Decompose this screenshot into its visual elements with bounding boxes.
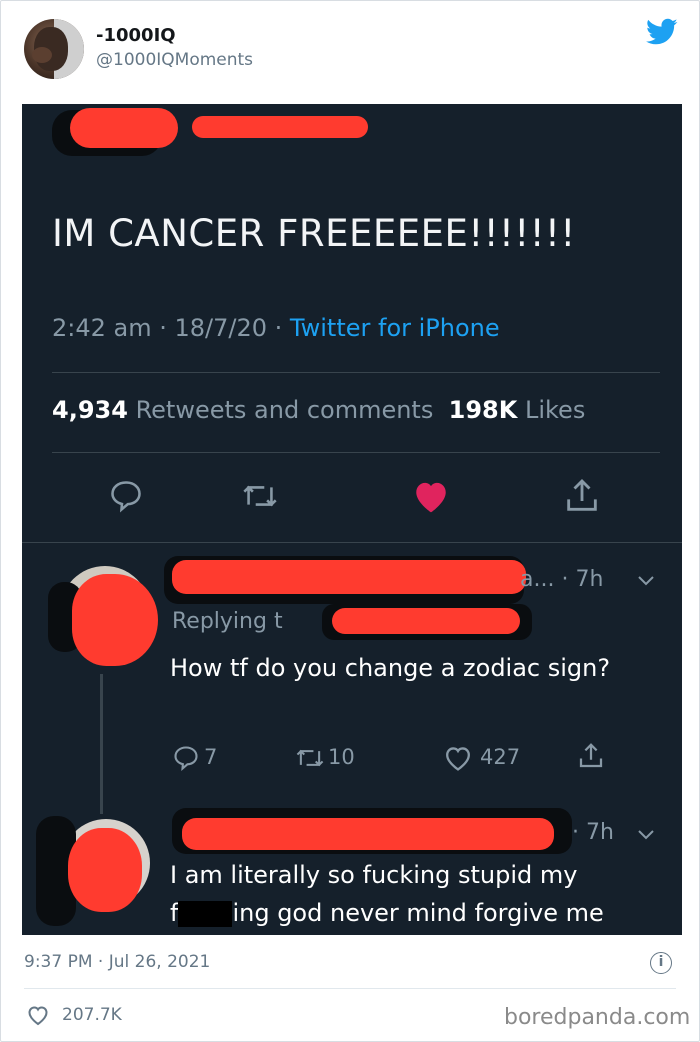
tweet-timestamp[interactable]: 9:37 PM · Jul 26, 2021: [24, 952, 210, 972]
reply1-text: How tf do you change a zodiac sign?: [170, 654, 611, 682]
chevron-down-icon[interactable]: [636, 574, 656, 588]
reply-icon[interactable]: [172, 744, 200, 772]
share-icon[interactable]: [562, 476, 602, 516]
redaction-mark: [68, 828, 142, 912]
tweet-meta: 2:42 am · 18/7/20 · Twitter for iPhone: [52, 314, 500, 342]
author-avatar[interactable]: [24, 19, 84, 79]
chevron-down-icon[interactable]: [636, 828, 656, 842]
like-count: 207.7K: [62, 1005, 122, 1025]
reply2-line2-rest: ing god never mind forgive me: [232, 899, 604, 927]
reply2-text: I am literally so fucking stupid my f ing…: [170, 856, 682, 932]
main-tweet-text: IM CANCER FREEEEEE!!!!!!!: [52, 212, 576, 255]
reply1-retweet-count: 10: [328, 745, 355, 769]
reply-icon[interactable]: [108, 478, 144, 514]
divider: [22, 542, 682, 543]
tweet-date: 18/7/20: [174, 314, 268, 342]
like-icon[interactable]: [26, 1004, 50, 1026]
like-count: 198K: [448, 396, 518, 424]
redaction-mark: [332, 608, 520, 634]
redaction-mark: [70, 108, 178, 148]
tweet-time: 2:42 am: [52, 314, 152, 342]
info-icon[interactable]: i: [650, 952, 672, 974]
retweets-label[interactable]: Retweets and comments: [136, 396, 434, 424]
reply1-like-count: 427: [480, 745, 521, 769]
reply1-reply-count: 7: [204, 745, 218, 769]
like-icon-filled[interactable]: [411, 478, 451, 514]
reply2-line1: I am literally so fucking stupid my: [170, 861, 578, 889]
reply2-time: · 7h: [572, 820, 614, 845]
share-icon[interactable]: [576, 740, 606, 772]
divider: [52, 452, 660, 453]
censor-bar: [178, 901, 233, 927]
redaction-mark: [172, 560, 526, 594]
redaction-mark: [182, 818, 554, 850]
redaction-mark: [72, 574, 158, 666]
retweet-icon[interactable]: [240, 478, 280, 514]
author-name[interactable]: -1000IQ: [96, 25, 176, 46]
redaction-mark: [192, 116, 368, 138]
divider: [52, 372, 660, 373]
retweet-count: 4,934: [52, 396, 128, 424]
author-handle[interactable]: @1000IQMoments: [96, 50, 253, 70]
retweet-icon[interactable]: [294, 744, 326, 772]
tweet-source[interactable]: Twitter for iPhone: [290, 314, 500, 342]
watermark: boredpanda.com: [504, 1005, 691, 1030]
reply2-line2-prefix: f: [170, 899, 179, 927]
divider: [24, 988, 676, 989]
likes-label[interactable]: Likes: [525, 396, 585, 424]
twitter-bird-icon[interactable]: [646, 18, 678, 46]
like-icon[interactable]: [442, 744, 474, 772]
replying-to-label: Replying t: [172, 609, 283, 634]
thread-line: [100, 674, 103, 814]
embedded-screenshot: IM CANCER FREEEEEE!!!!!!! 2:42 am · 18/7…: [22, 104, 682, 935]
reply1-time: a... · 7h: [520, 567, 604, 592]
tweet-stats: 4,934 Retweets and comments 198K Likes: [52, 396, 585, 424]
